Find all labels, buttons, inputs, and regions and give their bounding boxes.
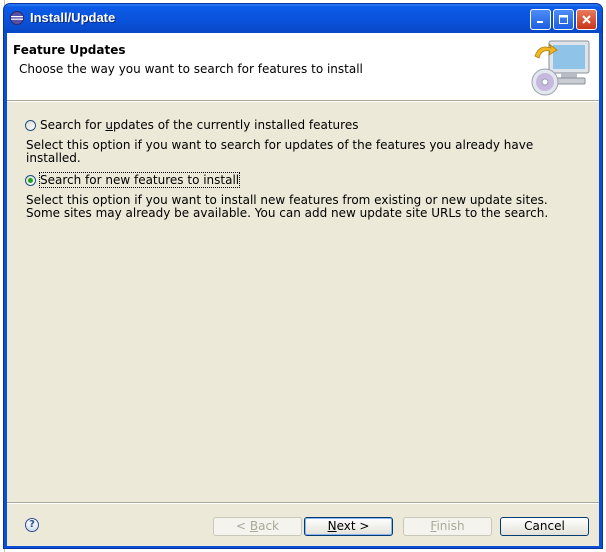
close-icon xyxy=(582,15,591,24)
next-mnemonic: N xyxy=(327,519,337,533)
back-label: ack xyxy=(258,519,279,533)
finish-button[interactable]: Finish xyxy=(403,517,492,536)
install-wizard-icon xyxy=(531,40,590,96)
option-search-new-description: Select this option if you want to instal… xyxy=(26,193,549,220)
title-bar[interactable]: Install/Update xyxy=(4,4,602,33)
minimize-button[interactable] xyxy=(530,9,551,30)
next-arrow: > xyxy=(355,519,370,533)
finish-label: inish xyxy=(436,519,465,533)
label-part: Search for xyxy=(40,118,106,132)
back-mnemonic: B xyxy=(249,519,259,533)
page-title: Feature Updates xyxy=(13,43,126,57)
maximize-button[interactable] xyxy=(553,9,574,30)
banner-separator xyxy=(7,101,599,102)
next-label: ext xyxy=(336,519,356,533)
next-button[interactable]: Next > xyxy=(304,517,393,536)
help-button[interactable]: ? xyxy=(25,518,39,532)
option-search-updates-label[interactable]: Search for updates of the currently inst… xyxy=(40,118,358,132)
eclipse-icon xyxy=(10,11,24,25)
back-arrow: < xyxy=(235,519,250,533)
page-description: Choose the way you want to search for fe… xyxy=(19,62,363,76)
button-bar-separator-highlight xyxy=(7,503,599,504)
radio-search-new[interactable] xyxy=(25,175,36,186)
radio-selected-dot xyxy=(28,178,33,183)
label-mnemonic: u xyxy=(105,118,113,132)
label-part: pdates of the currently installed featur… xyxy=(112,118,359,132)
minimize-icon xyxy=(537,21,543,23)
radio-search-updates[interactable] xyxy=(25,120,36,131)
close-button[interactable] xyxy=(576,9,597,30)
window-title: Install/Update xyxy=(30,10,116,25)
option-search-updates-description: Select this option if you want to search… xyxy=(26,138,534,165)
maximize-icon xyxy=(559,15,568,24)
option-search-new-label[interactable]: Search for new features to install xyxy=(38,172,241,188)
dialog-client-area: Feature Updates Choose the way you want … xyxy=(7,33,599,546)
cancel-button[interactable]: Cancel xyxy=(500,517,589,536)
header-banner: Feature Updates Choose the way you want … xyxy=(7,33,599,101)
back-button[interactable]: < Back xyxy=(213,517,302,536)
install-update-dialog: Install/Update Feature Updates Choose th… xyxy=(3,3,603,549)
